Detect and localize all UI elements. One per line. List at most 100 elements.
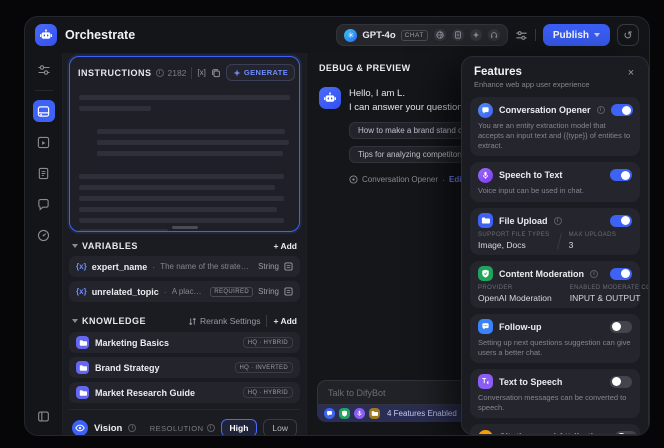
resize-handle[interactable] bbox=[172, 226, 198, 229]
field-value: INPUT & OUTPUT bbox=[570, 293, 649, 303]
top-bar: Orchestrate ✳ GPT-4o CHAT Publish ↺ bbox=[25, 17, 649, 53]
generate-button[interactable]: GENERATE bbox=[226, 64, 295, 81]
variable-row[interactable]: expert_name The name of the strategic co… bbox=[69, 256, 300, 277]
feature-desc: Voice input can be used in chat. bbox=[478, 186, 632, 196]
feature-card-file-upload: File Upload SUPPORT FILE TYPES Image, Do… bbox=[470, 208, 640, 255]
rerank-settings-label: Rerank Settings bbox=[200, 316, 260, 326]
content-moderation-icon bbox=[478, 266, 493, 281]
feature-card-follow-up: Follow-up Setting up next questions sugg… bbox=[470, 314, 640, 363]
rerank-settings-button[interactable]: Rerank Settings bbox=[188, 316, 260, 326]
model-selector[interactable]: ✳ GPT-4o CHAT bbox=[336, 24, 507, 46]
openai-logo-icon: ✳ bbox=[344, 29, 357, 42]
knowledge-row[interactable]: Market Research Guide HQ · HYBRID bbox=[69, 382, 300, 403]
field-label: MAX UPLOADS bbox=[569, 232, 617, 238]
feature-name: Speech to Text bbox=[499, 170, 562, 180]
dot-separator bbox=[152, 262, 155, 272]
feature-name: File Upload bbox=[499, 216, 548, 226]
add-knowledge-button[interactable]: + Add bbox=[273, 316, 297, 326]
resolution-high-button[interactable]: High bbox=[221, 419, 258, 436]
conversation-opener-mini-icon bbox=[324, 408, 335, 419]
follow-up-icon bbox=[478, 319, 493, 334]
dataset-folder-icon bbox=[76, 336, 89, 349]
model-params-icon[interactable] bbox=[515, 29, 528, 42]
variable-settings-icon[interactable] bbox=[284, 287, 293, 296]
tune-icon[interactable] bbox=[33, 59, 55, 81]
feature-card-speech-to-text: Speech to Text Voice input can be used i… bbox=[470, 162, 640, 201]
conversation-opener-icon bbox=[478, 103, 493, 118]
vision-label: Vision bbox=[94, 423, 122, 434]
content-moderation-toggle[interactable] bbox=[610, 268, 632, 280]
bot-avatar bbox=[319, 87, 341, 109]
capability-globe-icon bbox=[434, 29, 446, 41]
screen: Orchestrate ✳ GPT-4o CHAT Publish ↺ bbox=[0, 0, 664, 448]
info-icon bbox=[128, 424, 136, 432]
copy-icon[interactable] bbox=[211, 68, 221, 78]
config-panel: INSTRUCTIONS 2182 GENERATE bbox=[63, 53, 307, 435]
app-window: Orchestrate ✳ GPT-4o CHAT Publish ↺ bbox=[24, 16, 650, 436]
knowledge-row[interactable]: Brand Strategy HQ · INVERTED bbox=[69, 357, 300, 378]
resolution-low-button[interactable]: Low bbox=[263, 419, 297, 436]
variables-header: VARIABLES + Add bbox=[69, 232, 300, 256]
features-subtitle: Enhance web app user experience bbox=[474, 80, 636, 89]
publish-button[interactable]: Publish bbox=[543, 24, 610, 46]
add-variable-button[interactable]: + Add bbox=[273, 241, 297, 251]
follow-up-toggle[interactable] bbox=[610, 321, 632, 333]
variable-row[interactable]: unrelated_topic A placeholder for topics… bbox=[69, 281, 300, 302]
sidebar-item-monitoring[interactable] bbox=[33, 224, 55, 246]
feature-card-conversation-opener: Conversation Opener You are an entity ex… bbox=[470, 97, 640, 156]
citations-toggle[interactable] bbox=[615, 431, 637, 435]
text-to-speech-toggle[interactable] bbox=[610, 376, 632, 388]
knowledge-badge: HQ · INVERTED bbox=[235, 362, 293, 373]
variable-settings-icon[interactable] bbox=[284, 262, 293, 271]
field-value: 3 bbox=[569, 240, 617, 250]
sidebar-item-preview[interactable] bbox=[33, 131, 55, 153]
instructions-editor[interactable]: INSTRUCTIONS 2182 GENERATE bbox=[69, 56, 300, 232]
required-badge: REQUIRED bbox=[210, 287, 253, 297]
variable-icon bbox=[76, 287, 87, 296]
slash-divider bbox=[559, 286, 563, 302]
knowledge-row[interactable]: Marketing Basics HQ · HYBRID bbox=[69, 332, 300, 353]
chevron-down-icon[interactable] bbox=[72, 244, 78, 248]
close-icon[interactable] bbox=[624, 66, 638, 80]
vision-setting: Vision RESOLUTION High Low bbox=[69, 410, 300, 436]
text-to-speech-icon bbox=[478, 374, 493, 389]
variable-desc: The name of the strategic consulting... bbox=[160, 262, 253, 271]
conversation-opener-toggle[interactable] bbox=[611, 104, 633, 116]
info-icon bbox=[156, 69, 164, 77]
chevron-down-icon[interactable] bbox=[72, 319, 78, 323]
sidebar-item-orchestrate[interactable] bbox=[33, 100, 55, 122]
capability-document-icon bbox=[452, 29, 464, 41]
feature-name: Conversation Opener bbox=[499, 105, 591, 115]
sidebar-item-annotation[interactable] bbox=[33, 193, 55, 215]
variable-type: String bbox=[258, 262, 279, 271]
variables-title: VARIABLES bbox=[82, 241, 138, 251]
collapse-sidebar-icon[interactable] bbox=[33, 405, 55, 427]
divider bbox=[191, 67, 192, 79]
char-count: 2182 bbox=[168, 68, 187, 78]
content-moderation-mini-icon bbox=[339, 408, 350, 419]
citations-icon bbox=[478, 430, 493, 436]
sidebar-item-logs[interactable] bbox=[33, 162, 55, 184]
resolution-label-group: RESOLUTION bbox=[150, 424, 215, 433]
features-panel-header: Features Enhance web app user experience bbox=[462, 57, 648, 94]
file-upload-toggle[interactable] bbox=[610, 215, 632, 227]
instructions-content-skeleton bbox=[70, 85, 299, 232]
insert-variable-icon[interactable] bbox=[197, 68, 205, 77]
vision-eye-icon bbox=[72, 420, 88, 436]
feature-cards: Conversation Opener You are an entity ex… bbox=[462, 94, 648, 435]
publish-label: Publish bbox=[553, 30, 589, 41]
dataset-folder-icon bbox=[76, 386, 89, 399]
info-icon bbox=[597, 106, 605, 114]
slash-divider bbox=[557, 233, 562, 249]
version-history-button[interactable]: ↺ bbox=[617, 24, 639, 46]
variable-name: expert_name bbox=[92, 262, 148, 272]
features-enabled-label: 4 Features Enabled bbox=[387, 409, 457, 418]
feature-card-citations: Citations and Attributions Show source d… bbox=[470, 424, 640, 435]
variable-icon bbox=[76, 262, 87, 271]
speech-to-text-toggle[interactable] bbox=[610, 169, 632, 181]
model-name: GPT-4o bbox=[362, 30, 395, 41]
divider bbox=[535, 29, 536, 41]
rail-divider bbox=[35, 90, 53, 91]
feature-desc: You are an entity extraction model that … bbox=[478, 121, 632, 151]
info-icon bbox=[554, 217, 562, 225]
